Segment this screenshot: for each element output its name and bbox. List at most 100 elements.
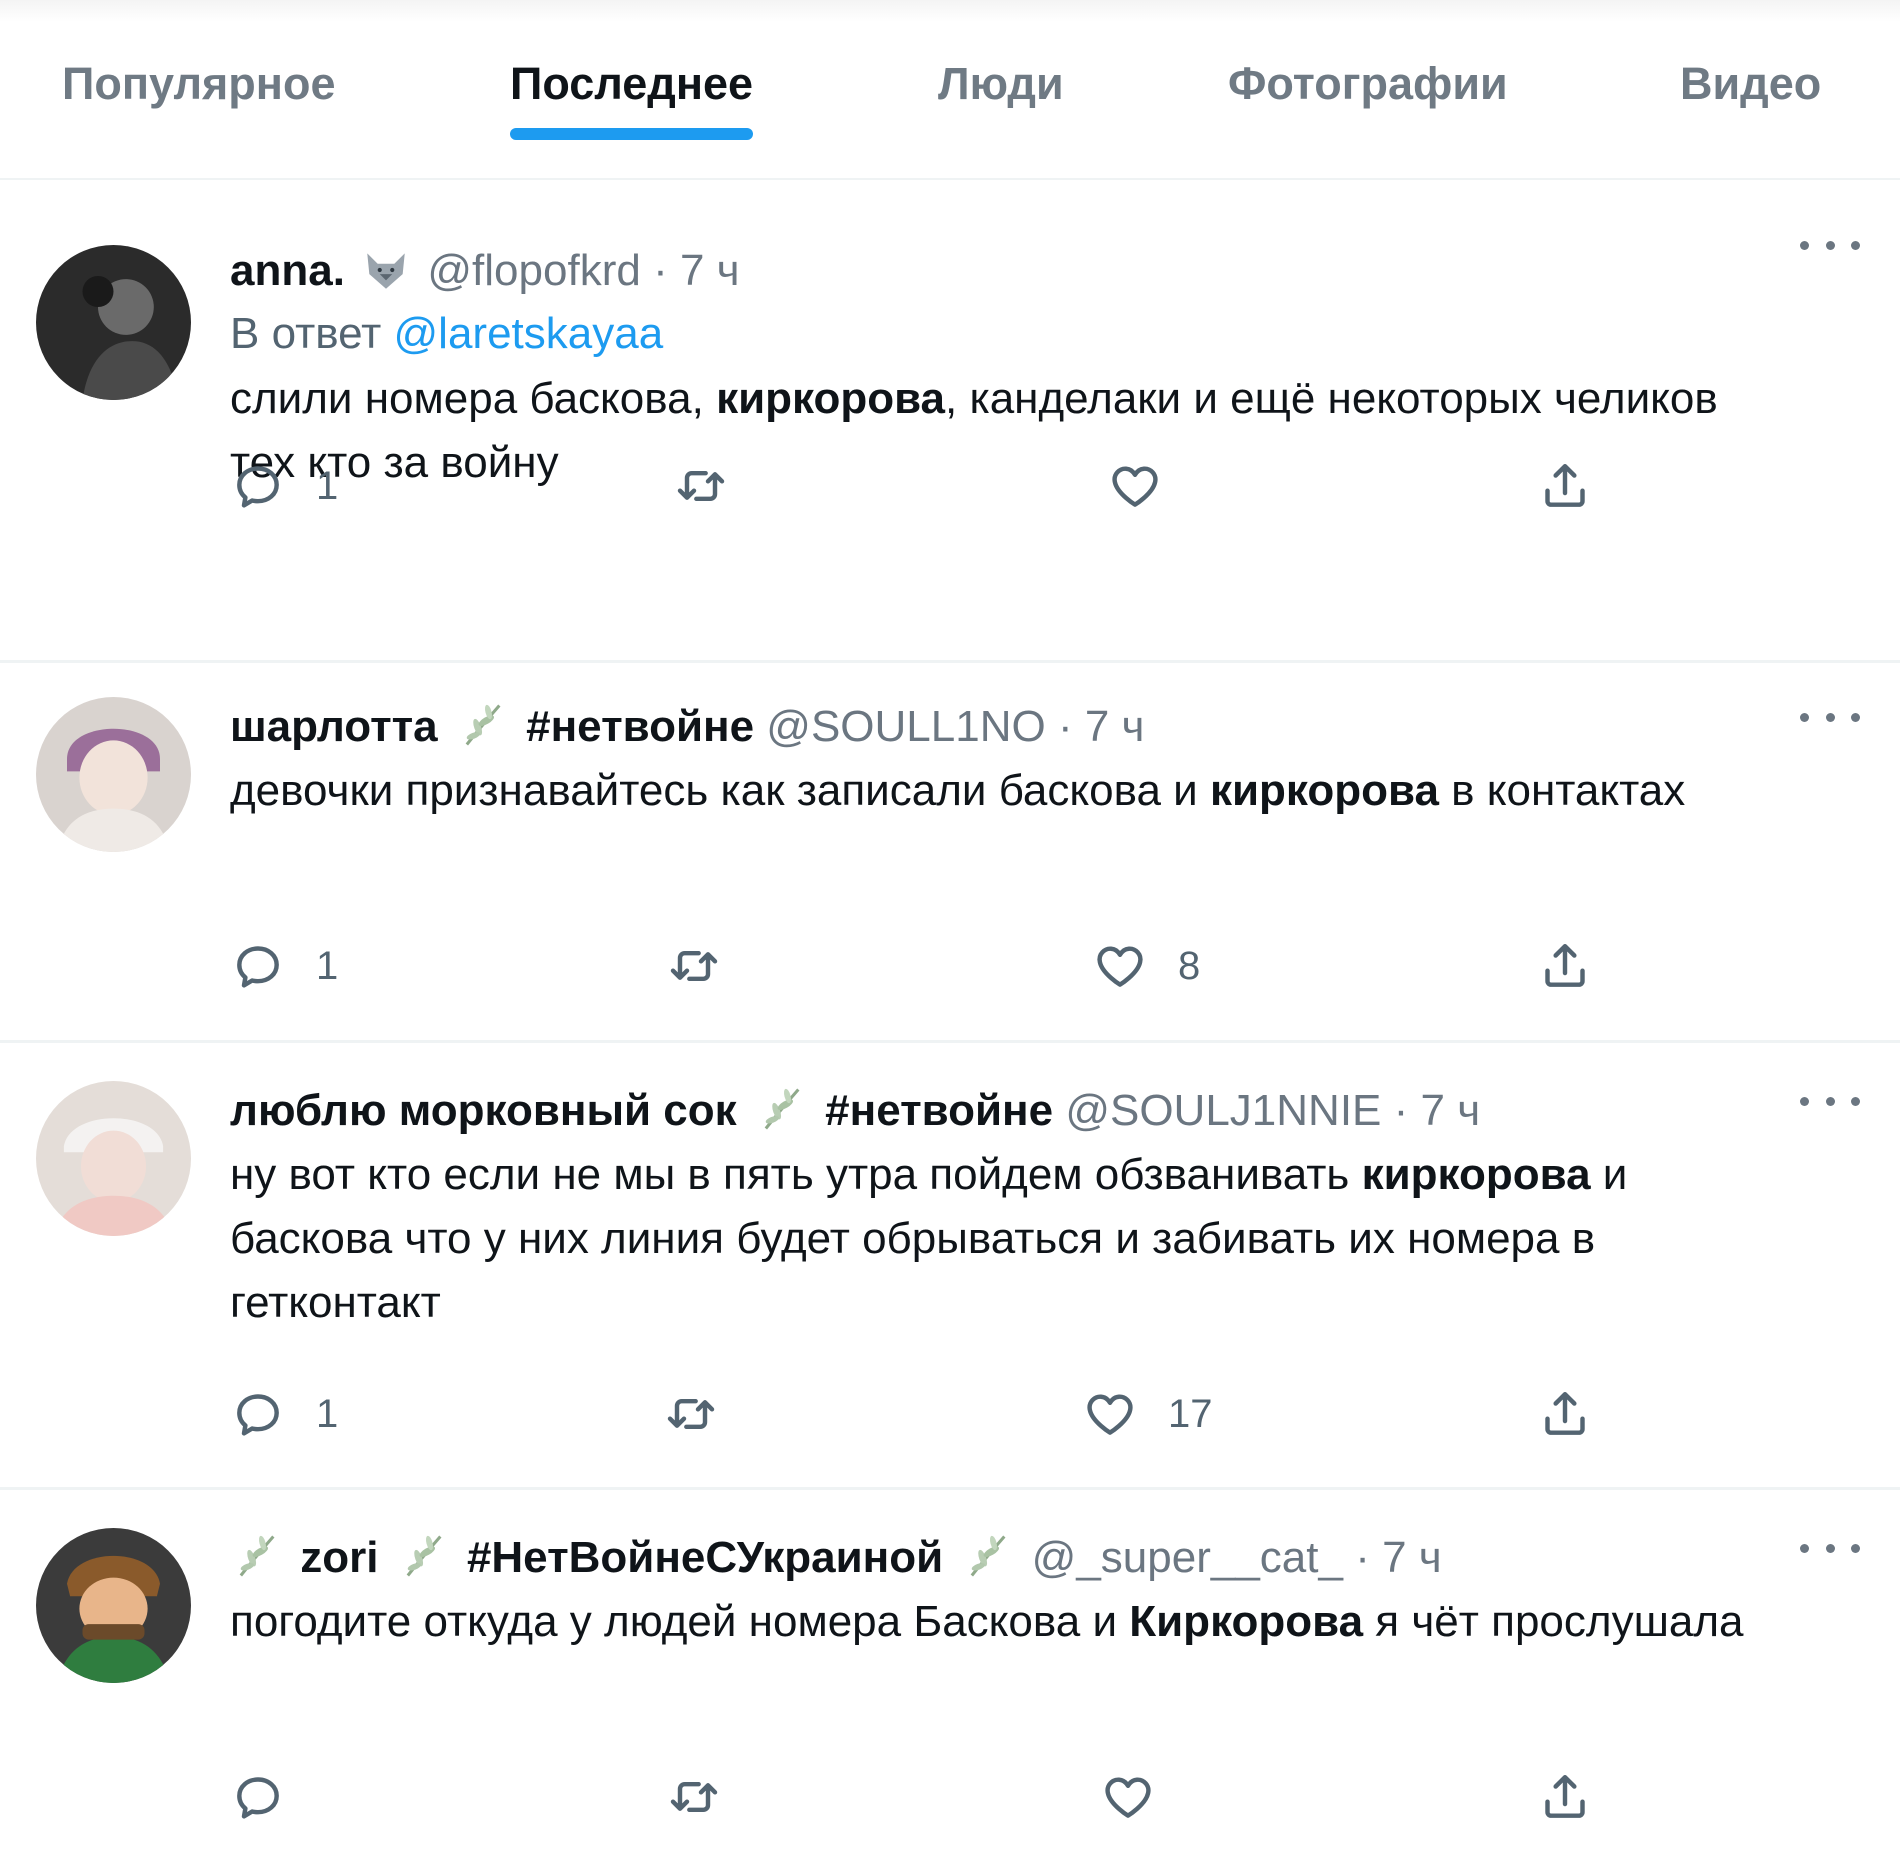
- plant-icon: [397, 1530, 449, 1582]
- like-button[interactable]: 8: [1092, 931, 1200, 1001]
- reply-mention-link[interactable]: @laretskayaa: [394, 309, 664, 358]
- timestamp[interactable]: 7 ч: [1382, 1533, 1442, 1582]
- reply-icon: [230, 1769, 286, 1825]
- share-button[interactable]: [1537, 931, 1593, 1001]
- share-icon: [1537, 1386, 1593, 1442]
- reply-count: 1: [316, 943, 339, 988]
- user-handle[interactable]: @SOULL1NO: [766, 702, 1045, 751]
- tweet-actions: 1 8: [230, 931, 1630, 1001]
- retweet-icon: [666, 1769, 722, 1825]
- share-button[interactable]: [1537, 1379, 1593, 1449]
- retweet-button[interactable]: [666, 931, 752, 1001]
- reply-button[interactable]: [230, 1762, 316, 1832]
- tab-latest-label: Последнее: [510, 58, 754, 109]
- avatar[interactable]: [36, 697, 191, 852]
- tweet-body: шарлотта #нетвойне @SOULL1NO · 7 ч девоч…: [230, 697, 1750, 823]
- heart-icon: [1100, 1769, 1156, 1825]
- tweet-header: шарлотта #нетвойне @SOULL1NO · 7 ч: [230, 697, 1750, 757]
- more-icon[interactable]: [1800, 1081, 1860, 1121]
- share-button[interactable]: [1537, 451, 1593, 521]
- tweet-text-part: слили номера баскова,: [230, 374, 717, 423]
- tweet-actions: 1 17: [230, 1379, 1630, 1449]
- retweet-button[interactable]: [663, 1379, 749, 1449]
- more-icon[interactable]: [1800, 697, 1860, 737]
- tweet-text-highlight: киркорова: [1361, 1150, 1591, 1199]
- like-button[interactable]: [1100, 1762, 1186, 1832]
- tweet-text: погодите откуда у людей номера Баскова и…: [230, 1590, 1750, 1654]
- reply-button[interactable]: 1: [230, 1379, 338, 1449]
- user-handle[interactable]: @SOULJ1NNIE: [1065, 1086, 1381, 1135]
- reply-button[interactable]: 1: [230, 931, 338, 1001]
- heart-icon: [1092, 938, 1148, 994]
- retweet-button[interactable]: [673, 451, 759, 521]
- like-count: 17: [1168, 1391, 1213, 1436]
- tab-popular-label: Популярное: [62, 58, 336, 109]
- separator-dot: ·: [1355, 1533, 1370, 1582]
- retweet-icon: [666, 938, 722, 994]
- share-button[interactable]: [1537, 1762, 1593, 1832]
- share-icon: [1537, 1769, 1593, 1825]
- tweet-text-part: я чёт прослушала: [1363, 1597, 1744, 1646]
- share-icon: [1537, 458, 1593, 514]
- avatar[interactable]: [36, 245, 191, 400]
- retweet-icon: [663, 1386, 719, 1442]
- timestamp[interactable]: 7 ч: [1421, 1086, 1481, 1135]
- retweet-button[interactable]: [666, 1762, 752, 1832]
- tweet-actions: [230, 1762, 1630, 1832]
- tab-popular[interactable]: Популярное: [62, 58, 335, 180]
- hashtag-link[interactable]: #нетвойне: [825, 1086, 1053, 1135]
- separator-dot: ·: [1393, 1086, 1409, 1135]
- plant-icon: [961, 1530, 1013, 1582]
- tweet-body: люблю морковный сок #нетвойне @SOULJ1NNI…: [230, 1081, 1750, 1335]
- like-count: 8: [1178, 943, 1201, 988]
- more-icon[interactable]: [1800, 225, 1860, 265]
- plant-icon: [456, 699, 508, 751]
- hashtag-link[interactable]: #НетВойнеСУкраиной: [467, 1533, 943, 1582]
- tweet[interactable]: люблю морковный сок #нетвойне @SOULJ1NNI…: [0, 1043, 1900, 1490]
- user-handle[interactable]: @flopofkrd: [427, 246, 640, 295]
- tweet-text: ну вот кто если не мы в пять утра пойдем…: [230, 1143, 1750, 1335]
- reply-icon: [230, 938, 286, 994]
- display-name[interactable]: люблю морковный сок: [230, 1086, 737, 1135]
- tab-videos-label: Видео: [1680, 58, 1822, 109]
- tab-videos[interactable]: Видео: [1680, 58, 1821, 180]
- fox-emoji-icon: [361, 247, 411, 293]
- timestamp[interactable]: 7 ч: [1085, 702, 1145, 751]
- search-tabs: Популярное Последнее Люди Фотографии Вид…: [0, 0, 1900, 180]
- tweet-body: zori #НетВойнеСУкраиной @_super__cat_ · …: [230, 1528, 1750, 1654]
- timestamp[interactable]: 7 ч: [680, 246, 740, 295]
- retweet-icon: [673, 458, 729, 514]
- tab-latest[interactable]: Последнее: [510, 58, 754, 180]
- avatar[interactable]: [36, 1081, 191, 1236]
- tab-people-label: Люди: [938, 58, 1064, 109]
- hashtag-link[interactable]: #нетвойне: [526, 702, 754, 751]
- tweet-text-part: в контактах: [1438, 766, 1686, 815]
- like-button[interactable]: [1107, 451, 1193, 521]
- separator-dot: ·: [653, 246, 668, 295]
- tweet-text-part: ну вот кто если не мы в пять утра пойдем…: [230, 1150, 1362, 1199]
- tweet-text-highlight: киркорова: [716, 374, 946, 423]
- display-name[interactable]: шарлотта: [230, 702, 438, 751]
- tweet-text-part: погодите откуда у людей номера Баскова и: [230, 1597, 1130, 1646]
- tweet[interactable]: anna. @flopofkrd · 7 ч В ответ @laretska…: [0, 183, 1900, 663]
- tweet-text-part: девочки признавайтесь как записали баско…: [230, 766, 1210, 815]
- tweet-header: zori #НетВойнеСУкраиной @_super__cat_ · …: [230, 1528, 1750, 1588]
- tweet[interactable]: zori #НетВойнеСУкраиной @_super__cat_ · …: [0, 1490, 1900, 1864]
- active-tab-indicator: [510, 128, 754, 140]
- avatar[interactable]: [36, 1528, 191, 1683]
- user-handle[interactable]: @_super__cat_: [1032, 1533, 1343, 1582]
- like-button[interactable]: 17: [1082, 1379, 1213, 1449]
- tab-photos[interactable]: Фотографии: [1228, 58, 1508, 180]
- more-icon[interactable]: [1800, 1528, 1860, 1568]
- display-name[interactable]: anna.: [230, 246, 345, 295]
- tweet-header: люблю морковный сок #нетвойне @SOULJ1NNI…: [230, 1081, 1750, 1141]
- reply-count: 1: [316, 463, 339, 508]
- reply-count: 1: [316, 1391, 339, 1436]
- tab-people[interactable]: Люди: [938, 58, 1064, 180]
- tweet-text-highlight: Киркорова: [1129, 1597, 1364, 1646]
- reply-context: В ответ @laretskayaa: [230, 303, 1750, 365]
- display-name[interactable]: zori: [300, 1533, 378, 1582]
- tweet[interactable]: шарлотта #нетвойне @SOULL1NO · 7 ч девоч…: [0, 663, 1900, 1043]
- reply-button[interactable]: 1: [230, 451, 338, 521]
- heart-icon: [1082, 1386, 1138, 1442]
